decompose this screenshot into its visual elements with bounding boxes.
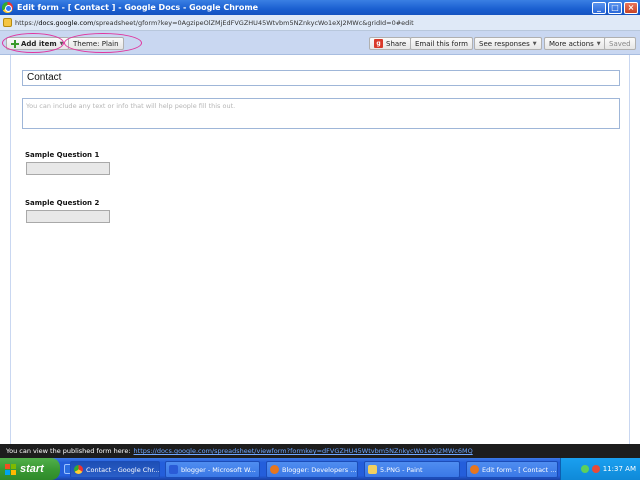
taskbar-item-label: Contact - Google Chr... (86, 465, 160, 474)
maximize-button[interactable]: □ (608, 1, 622, 14)
address-bar[interactable]: https://docs.google.com/spreadsheet/gfor… (0, 15, 640, 31)
form-title-input[interactable]: Contact (22, 70, 620, 86)
url-host: docs.google.com (38, 18, 94, 27)
start-button[interactable]: start (0, 458, 60, 480)
form-editor: Contact You can include any text or info… (10, 55, 630, 444)
paint-icon (368, 465, 377, 474)
system-tray: 11:37 AM (560, 458, 640, 480)
question-answer-field[interactable] (26, 210, 110, 223)
more-actions-label: More actions (549, 39, 594, 48)
firefox-icon (270, 465, 279, 474)
chrome-icon (2, 2, 13, 13)
taskbar-item-label: blogger - Microsoft W... (181, 465, 256, 474)
share-button[interactable]: g Share (369, 37, 412, 50)
taskbar-item-label: Edit form - [ Contact ... (482, 465, 557, 474)
chevron-down-icon: ▼ (532, 40, 537, 47)
windows-logo-icon (5, 463, 16, 475)
start-label: start (20, 463, 44, 475)
url-prefix: https:// (15, 18, 39, 27)
saved-label: Saved (609, 39, 631, 48)
share-label: Share (386, 39, 407, 48)
taskbar-item[interactable]: Contact - Google Chr... (70, 461, 160, 478)
email-form-label: Email this form (415, 39, 468, 48)
firefox-icon (470, 465, 479, 474)
url-text[interactable]: https://docs.google.com/spreadsheet/gfor… (15, 19, 414, 27)
chrome-icon (74, 465, 83, 474)
question-label: Sample Question 2 (25, 199, 100, 207)
lock-icon (3, 18, 12, 27)
published-form-link[interactable]: https://docs.google.com/spreadsheet/view… (134, 447, 473, 455)
question-label: Sample Question 1 (25, 151, 100, 159)
taskbar-item[interactable]: Blogger: Developers ... (266, 461, 358, 478)
chevron-down-icon: ▼ (596, 40, 601, 47)
google-share-icon: g (374, 39, 383, 48)
saved-button[interactable]: Saved (604, 37, 636, 50)
question-answer-field[interactable] (26, 162, 110, 175)
email-form-button[interactable]: Email this form (410, 37, 473, 50)
form-description-input[interactable]: You can include any text or info that wi… (22, 98, 620, 129)
window-title-bar: Edit form - [ Contact ] - Google Docs - … (0, 0, 640, 15)
see-responses-button[interactable]: See responses ▼ (474, 37, 542, 50)
taskbar-item[interactable]: Edit form - [ Contact ... (466, 461, 558, 478)
taskbar-item[interactable]: blogger - Microsoft W... (165, 461, 260, 478)
more-actions-button[interactable]: More actions ▼ (544, 37, 606, 50)
taskbar-item[interactable]: 5.PNG - Paint (364, 461, 460, 478)
published-form-notice: You can view the published form here: ht… (0, 444, 640, 458)
close-button[interactable]: × (624, 1, 638, 14)
minimize-button[interactable]: _ (592, 1, 606, 14)
security-icon[interactable] (591, 465, 600, 473)
taskbar-item-label: 5.PNG - Paint (380, 465, 423, 474)
notice-text: You can view the published form here: (6, 447, 131, 455)
annotation-circle (2, 33, 64, 53)
taskbar-item-label: Blogger: Developers ... (282, 465, 357, 474)
network-icon[interactable] (580, 465, 589, 473)
see-responses-label: See responses (479, 39, 530, 48)
window-title: Edit form - [ Contact ] - Google Docs - … (17, 3, 259, 12)
word-icon (169, 465, 178, 474)
clock[interactable]: 11:37 AM (603, 465, 636, 473)
annotation-circle (64, 33, 142, 53)
url-path: /spreadsheet/gform?key=0AgzipeOlZMjEdFVG… (93, 18, 414, 27)
form-toolbar: Add item ▼ Theme: Plain g Share Email th… (0, 31, 640, 55)
